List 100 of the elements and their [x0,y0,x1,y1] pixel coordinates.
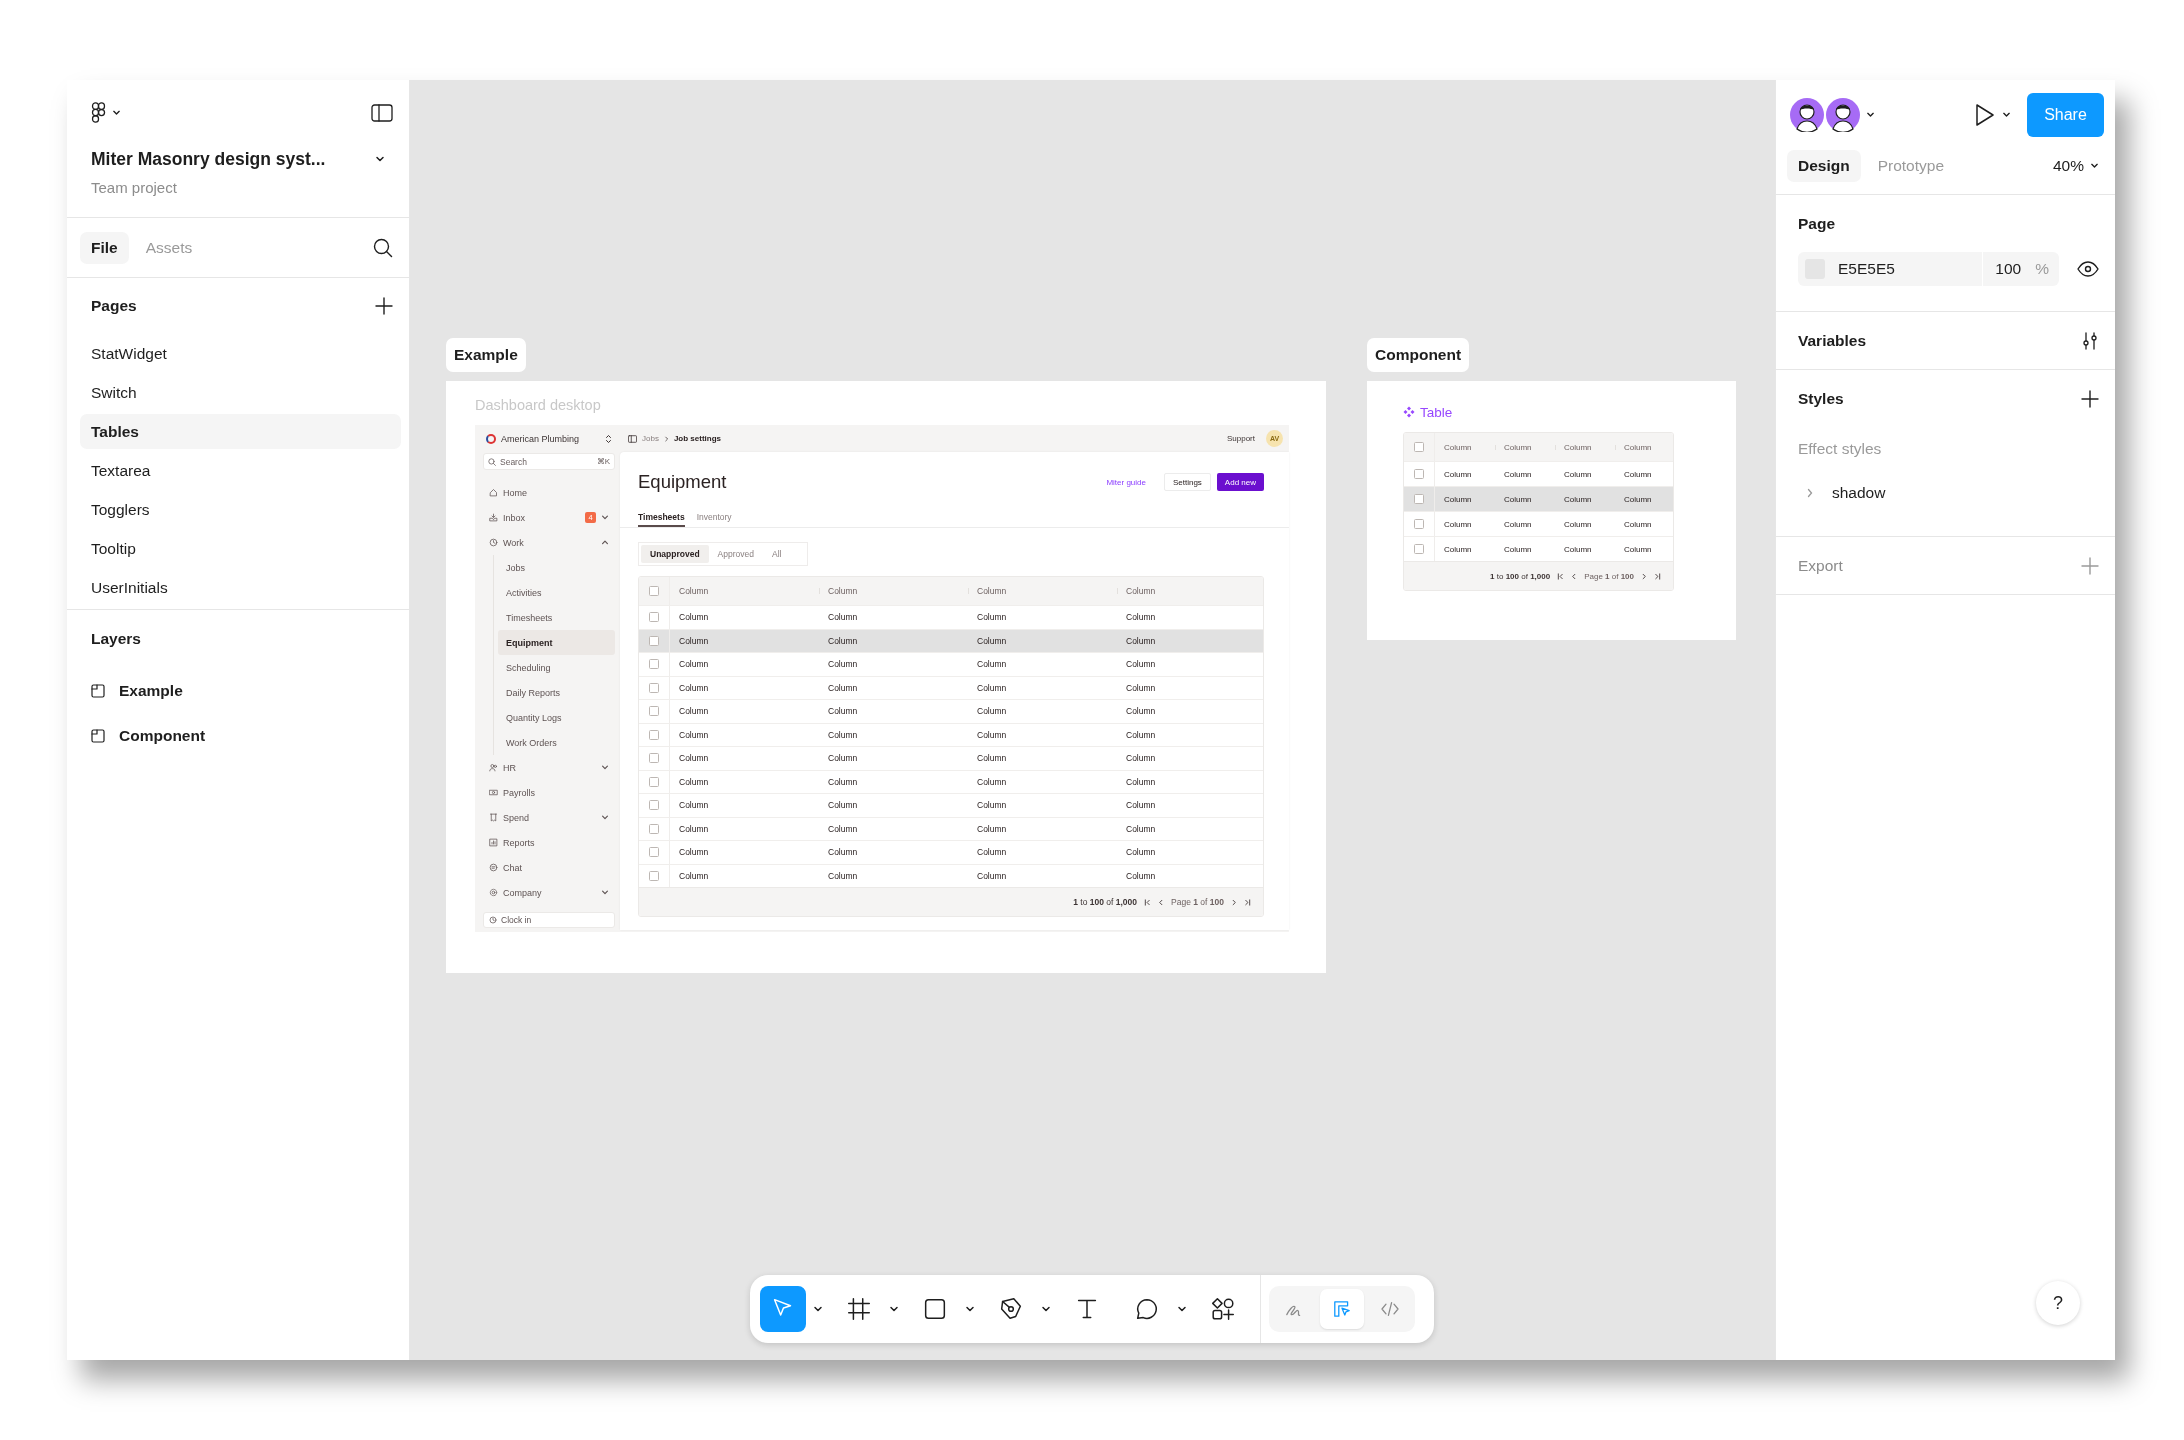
checkbox[interactable] [649,612,659,623]
add-button[interactable]: Add new [1216,473,1264,491]
nav-item[interactable]: Work Orders [498,730,615,755]
tab[interactable]: Inventory [696,508,732,527]
caret-icon[interactable] [112,110,121,116]
design-mode-button[interactable] [1320,1289,1364,1329]
checkbox[interactable] [1414,494,1424,504]
checkbox[interactable] [1414,442,1424,452]
nav-item[interactable]: Jobs [498,555,615,580]
frame-label[interactable]: Component [1367,338,1470,372]
column-header[interactable]: Column [670,586,819,596]
column-header[interactable]: Column [1615,442,1673,452]
table-row[interactable]: Column Column Column Column [639,863,1263,887]
table-row[interactable]: Column Column Column Column [639,816,1263,840]
nav-item[interactable]: Scheduling [498,655,615,680]
column-header[interactable]: Column [1435,442,1495,452]
nav-item[interactable]: Activities [498,580,615,605]
page-item[interactable]: Togglers [80,492,401,527]
column-header[interactable]: Column [1555,442,1615,452]
column-header[interactable]: Column [1117,586,1263,596]
chevron-left-icon[interactable] [1158,898,1165,906]
guide-link[interactable]: Miter guide [1106,477,1146,487]
last-page-icon[interactable] [1244,898,1251,906]
caret-icon[interactable] [965,1306,975,1312]
nav-item[interactable]: Timesheets [498,605,615,630]
caret-icon[interactable] [813,1306,823,1312]
search-icon[interactable] [373,237,393,258]
checkbox[interactable] [649,776,659,787]
filter-option[interactable]: Approved [708,545,763,563]
checkbox[interactable] [1414,544,1424,554]
color-field[interactable]: E5E5E5 100 % [1798,252,2059,286]
chevron-right-icon[interactable] [1641,572,1647,580]
plus-icon[interactable] [2081,389,2099,408]
caret-icon[interactable] [1177,1306,1187,1312]
settings-button[interactable]: Settings [1163,473,1211,491]
chevron-left-icon[interactable] [1571,572,1578,580]
table-row[interactable]: Column Column Column Column [639,675,1263,699]
checkbox[interactable] [649,823,659,834]
first-page-icon[interactable] [1144,898,1152,906]
table-row[interactable]: Column Column Column Column [639,840,1263,864]
nav-item[interactable]: Payrolls [483,780,615,805]
checkbox[interactable] [649,682,659,693]
checkbox[interactable] [649,706,659,717]
table-row[interactable]: Column Column Column Column [1404,486,1673,511]
updown-icon[interactable] [605,434,612,444]
last-page-icon[interactable] [1654,572,1661,580]
filter-option[interactable]: All [763,545,791,563]
nav-item[interactable]: Spend [483,805,615,830]
chevron-right-icon[interactable] [1231,898,1237,906]
frame[interactable]: Table Column Column Column Column Column Column Column Column Column Column Column Column Column Column Column Column Column Column Column Column 1 to 100 of 1,000 Page 1 of 100 [1367,381,1736,640]
table-row[interactable]: Column Column Column Column [639,793,1263,817]
style-item[interactable]: shadow [1798,471,2099,515]
caret-icon[interactable] [2002,112,2011,118]
table-row[interactable]: Column Column Column Column [639,699,1263,723]
table-row[interactable]: Column Column Column Column [639,628,1263,652]
caret-icon[interactable] [889,1306,899,1312]
logo-icon[interactable] [91,102,106,124]
checkbox[interactable] [1414,469,1424,479]
nav-item[interactable]: HR [483,755,615,780]
move-tool-button[interactable] [760,1286,806,1332]
support-link[interactable]: Support [1226,434,1255,443]
nav-item[interactable]: Daily Reports [498,680,615,705]
page-item[interactable]: StatWidget [80,336,401,371]
avatar[interactable] [1790,98,1824,132]
clock-in-button[interactable]: Clock in [483,912,615,928]
nav-item[interactable]: Equipment [498,630,615,655]
plus-icon[interactable] [375,297,393,315]
column-header[interactable]: Column [819,586,968,596]
column-header[interactable]: Column [968,586,1117,596]
tab[interactable]: Timesheets [638,508,685,527]
checkbox[interactable] [649,659,659,670]
first-page-icon[interactable] [1557,572,1565,580]
checkbox[interactable] [649,586,659,596]
panel-tab[interactable]: File [80,231,129,264]
checkbox[interactable] [649,847,659,858]
checkbox[interactable] [649,635,659,646]
page-item[interactable]: Tooltip [80,531,401,566]
caret-icon[interactable] [375,156,385,162]
filter-option[interactable]: Unapproved [641,545,709,563]
nav-item[interactable]: Company [483,880,615,905]
checkbox[interactable] [649,800,659,811]
file-title[interactable]: Miter Masonry design syst... [91,148,326,170]
page-item[interactable]: Tables [80,414,401,449]
table-row[interactable]: Column Column Column Column [1404,511,1673,536]
page-item[interactable]: Switch [80,375,401,410]
nav-item[interactable]: Quantity Logs [498,705,615,730]
chevron-icon[interactable] [1806,488,1814,498]
table-row[interactable]: Column Column Column Column [639,722,1263,746]
help-button[interactable]: ? [2036,1281,2080,1325]
checkbox[interactable] [649,729,659,740]
avatar[interactable] [1826,98,1860,132]
table-row[interactable]: Column Column Column Column [1404,536,1673,561]
sliders-icon[interactable] [2081,331,2099,350]
page-item[interactable]: Textarea [80,453,401,488]
workspace-name[interactable]: American Plumbing [501,434,600,444]
layer-item[interactable]: Component [67,713,401,758]
sidebar-toggle-icon[interactable] [628,434,637,443]
nav-item[interactable]: Chat [483,855,615,880]
breadcrumb-item[interactable]: Job settings [673,434,722,443]
nav-item[interactable]: Home [483,480,615,505]
